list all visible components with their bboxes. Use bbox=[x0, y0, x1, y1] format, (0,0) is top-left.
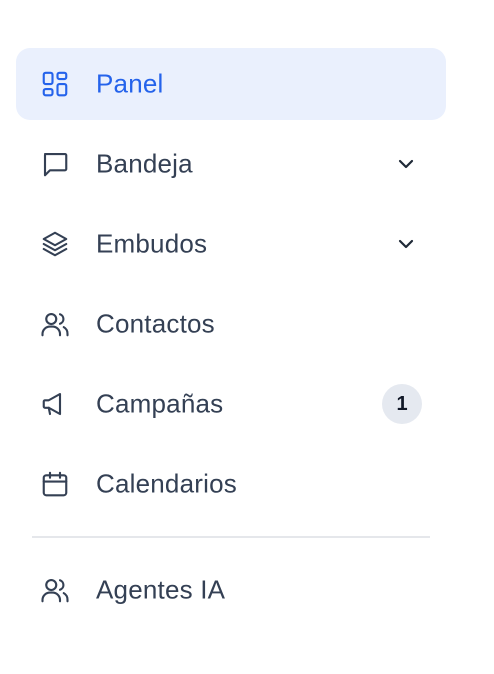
sidebar-item-label: Agentes IA bbox=[96, 574, 226, 605]
chevron-down-icon[interactable] bbox=[394, 232, 418, 256]
sidebar-item-bandeja[interactable]: Bandeja bbox=[16, 128, 446, 200]
sidebar-item-contactos[interactable]: Contactos bbox=[16, 288, 446, 360]
calendar-icon bbox=[40, 469, 70, 499]
layers-icon bbox=[40, 229, 70, 259]
sidebar-item-embudos[interactable]: Embudos bbox=[16, 208, 446, 280]
users-icon bbox=[40, 575, 70, 605]
sidebar-item-agentes-ia[interactable]: Agentes IA bbox=[16, 554, 446, 626]
sidebar-item-panel[interactable]: Panel bbox=[16, 48, 446, 120]
megaphone-icon bbox=[40, 389, 70, 419]
sidebar-item-label: Campañas bbox=[96, 388, 224, 419]
sidebar-divider bbox=[32, 536, 430, 538]
notification-count-badge: 1 bbox=[382, 384, 422, 424]
message-square-icon bbox=[40, 149, 70, 179]
sidebar-item-label: Embudos bbox=[96, 228, 208, 259]
chevron-down-icon[interactable] bbox=[394, 152, 418, 176]
sidebar-item-label: Calendarios bbox=[96, 468, 237, 499]
users-icon bbox=[40, 309, 70, 339]
sidebar-item-label: Contactos bbox=[96, 308, 215, 339]
dashboard-grid-icon bbox=[40, 69, 70, 99]
sidebar-item-campanas[interactable]: Campañas 1 bbox=[16, 368, 446, 440]
sidebar-nav: Panel Bandeja Embudos Contactos Campañas… bbox=[0, 0, 494, 674]
sidebar-item-label: Panel bbox=[96, 68, 164, 99]
sidebar-item-calendarios[interactable]: Calendarios bbox=[16, 448, 446, 520]
sidebar-item-label: Bandeja bbox=[96, 148, 193, 179]
